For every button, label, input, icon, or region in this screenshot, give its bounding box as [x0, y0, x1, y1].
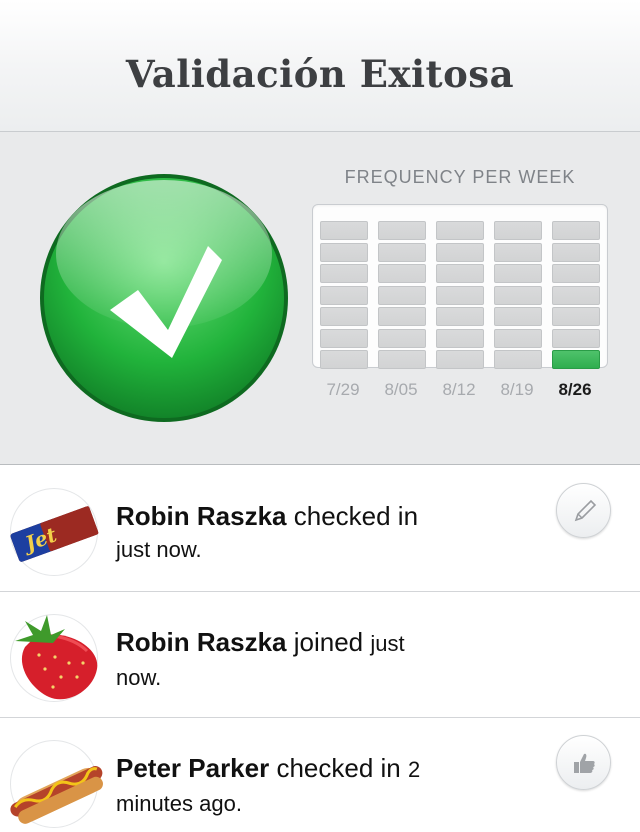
chart-cell-empty: [436, 221, 484, 240]
chart-cell-empty: [378, 328, 426, 348]
chart-cell-empty: [320, 221, 368, 240]
chart-cell-empty: [494, 285, 542, 305]
chart-tick-label: 8/12: [442, 380, 476, 399]
chart-cell-empty: [378, 221, 426, 240]
success-badge: [38, 172, 290, 424]
feed-item-text: Peter Parker checked in 2 minutes ago.: [116, 752, 536, 820]
chart-cell-empty: [494, 221, 542, 240]
user-name[interactable]: Robin Raszka: [116, 501, 287, 531]
feed-item-text: Robin Raszka joined just now.: [116, 626, 536, 694]
chart-cell-empty: [320, 328, 368, 348]
avatar[interactable]: [10, 614, 98, 702]
chart-cell-empty: [378, 264, 426, 283]
user-name[interactable]: Robin Raszka: [116, 627, 287, 657]
chocolate-bar-icon: Jet: [10, 506, 99, 562]
chart-cell-empty: [320, 285, 368, 305]
chart-cell-empty: [494, 350, 542, 369]
feed-item[interactable]: Jet Robin Raszka checked in just now.: [0, 466, 640, 592]
strawberry-icon: [15, 615, 98, 700]
feed-action: joined: [293, 627, 364, 657]
chart-cell-empty: [378, 242, 426, 262]
feed-item-text: Robin Raszka checked in just now.: [116, 500, 536, 566]
chart-bar-8-26: [552, 213, 600, 369]
feed-time: just now.: [116, 537, 202, 562]
chart-cell-empty: [552, 242, 600, 262]
feed-action: checked in: [293, 501, 419, 531]
chart-cell-empty: [552, 221, 600, 240]
feed-time: minutes ago.: [116, 791, 242, 816]
avatar[interactable]: [10, 740, 103, 828]
chart-tick-label: 8/26: [558, 380, 592, 399]
feed-item[interactable]: Robin Raszka joined just now.: [0, 592, 640, 718]
chart-bar-7-29: [320, 213, 368, 369]
chart-title: FREQUENCY PER WEEK: [344, 167, 576, 187]
chart-bar-8-12: [436, 213, 484, 369]
chart-cell-empty: [552, 307, 600, 326]
chart-cell-empty: [320, 264, 368, 283]
chart-bar-8-05: [378, 213, 426, 369]
frequency-chart: [312, 204, 608, 369]
checkmark-icon: [40, 174, 288, 422]
chart-cell-empty: [436, 307, 484, 326]
chart-cell-empty: [378, 350, 426, 369]
navigation-header: Validación Exitosa: [0, 0, 640, 132]
chart-cell-empty: [494, 264, 542, 283]
hotdog-icon: [10, 766, 103, 824]
chart-cell-empty: [494, 307, 542, 326]
chart-cell-empty: [320, 350, 368, 369]
chart-tick-label: 7/29: [326, 380, 360, 399]
chart-cell-empty: [552, 328, 600, 348]
chart-cell-empty: [378, 285, 426, 305]
chart-cell-filled: [552, 350, 600, 369]
chart-cell-empty: [494, 328, 542, 348]
chart-cell-empty: [436, 264, 484, 283]
chart-cell-empty: [436, 328, 484, 348]
chart-bar-8-19: [494, 213, 542, 369]
chart-cell-empty: [552, 264, 600, 283]
chart-tick-label: 8/05: [384, 380, 418, 399]
chart-cell-empty: [494, 242, 542, 262]
feed-time: now.: [116, 665, 162, 690]
avatar[interactable]: Jet: [10, 488, 99, 576]
like-button[interactable]: [556, 735, 611, 790]
thumbs-up-icon: [574, 753, 595, 773]
user-name[interactable]: Peter Parker: [116, 753, 269, 783]
summary-panel: FREQUENCY PER WEEK 7/29 8/05 8/12 8/19 8/26: [0, 132, 640, 465]
chart-cell-empty: [320, 307, 368, 326]
chart-cell-empty: [552, 285, 600, 305]
feed-action: checked in: [276, 753, 401, 783]
feed-time: just: [370, 631, 405, 656]
feed-item[interactable]: Peter Parker checked in 2 minutes ago.: [0, 718, 640, 832]
pencil-icon: [574, 499, 597, 522]
page-title: Validación Exitosa: [125, 52, 515, 96]
chart-cell-empty: [436, 350, 484, 369]
chart-tick-label: 8/19: [500, 380, 534, 399]
chart-cell-empty: [320, 242, 368, 262]
chart-cell-empty: [378, 307, 426, 326]
chart-cell-empty: [436, 285, 484, 305]
chart-cell-empty: [436, 242, 484, 262]
feed-time: 2: [408, 757, 421, 782]
comment-button[interactable]: [556, 483, 611, 538]
